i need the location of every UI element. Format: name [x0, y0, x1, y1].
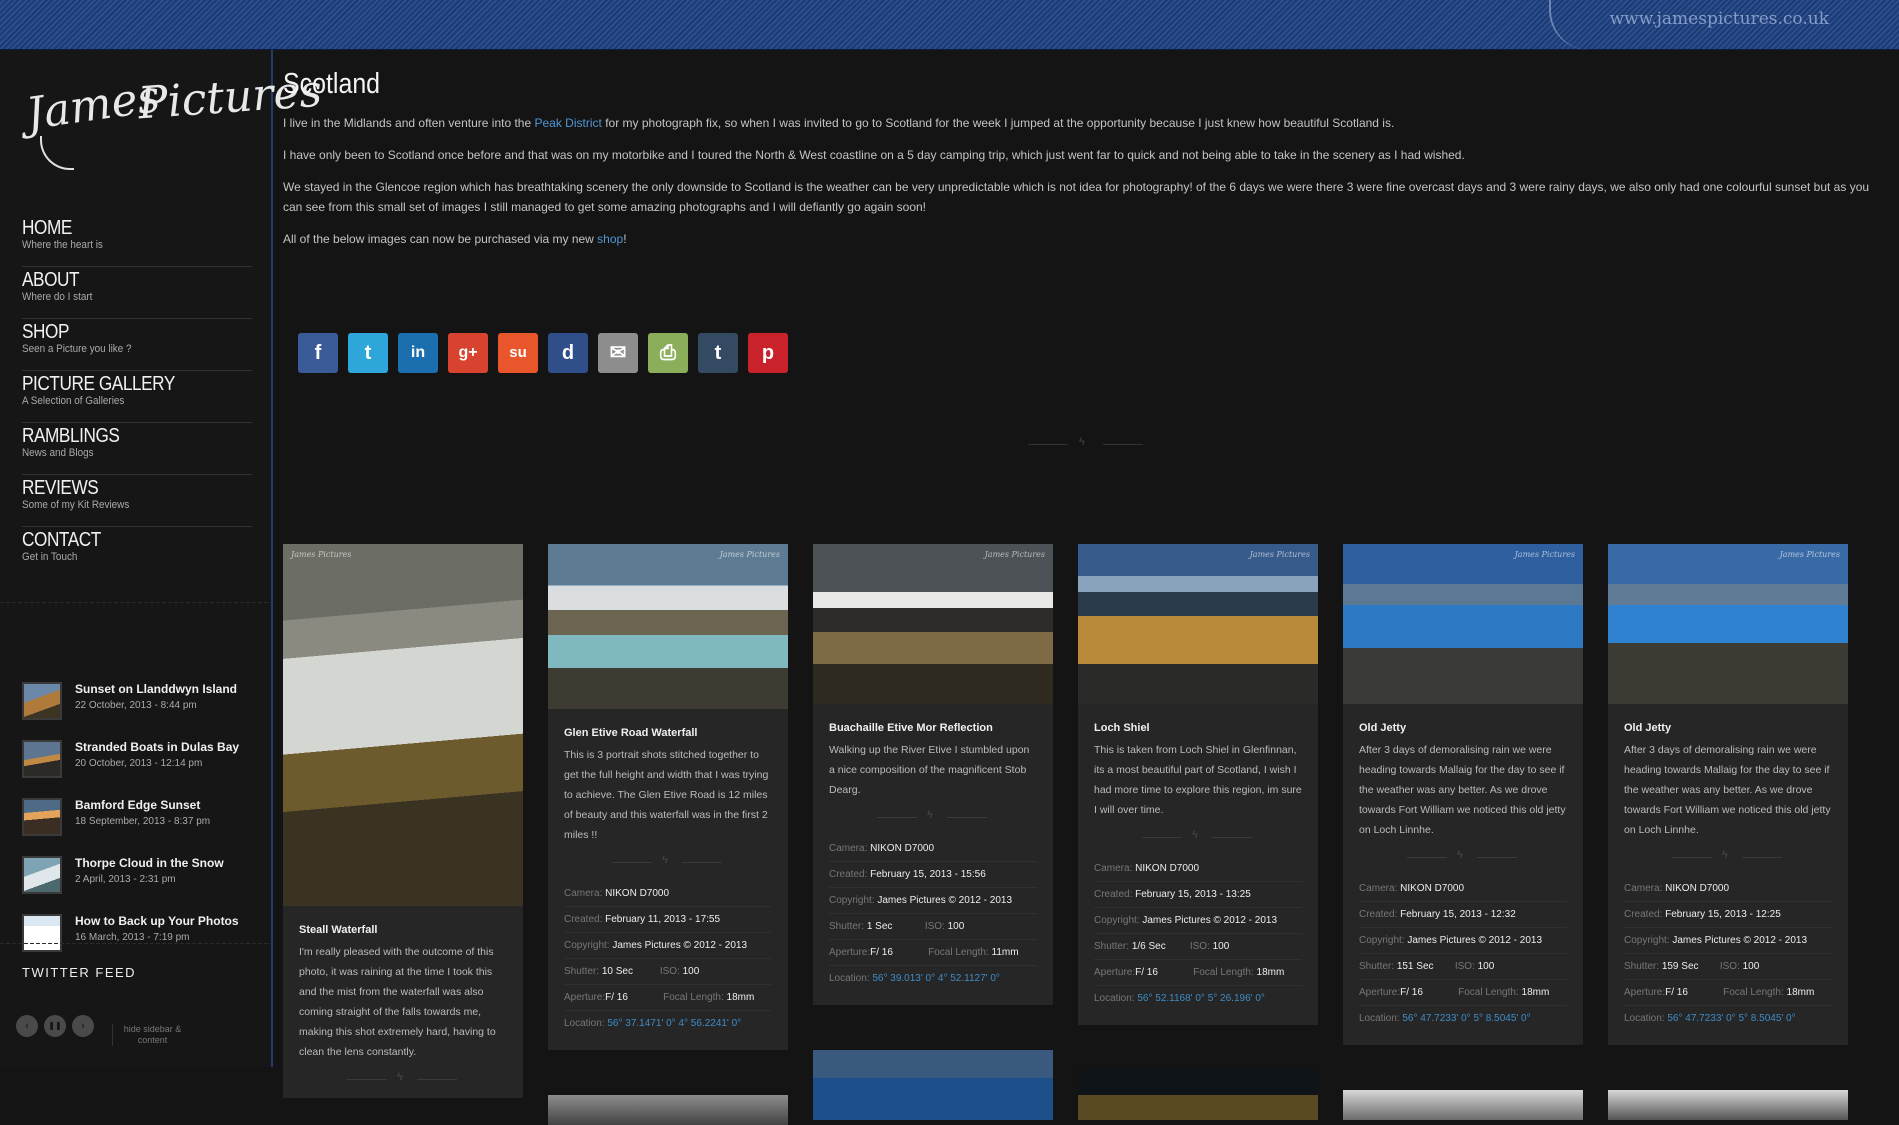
- recent-post-item[interactable]: Stranded Boats in Dulas Bay 20 October, 2…: [22, 736, 262, 794]
- slider-controls: ‹ ❚❚ › hide sidebar & content: [16, 1015, 266, 1055]
- section-divider: [1028, 444, 1068, 445]
- stumbleupon-icon: su: [509, 344, 527, 361]
- prev-button[interactable]: ‹: [16, 1015, 38, 1037]
- nav-item-picture-gallery[interactable]: PICTURE GALLERY A Selection of Galleries: [22, 371, 252, 423]
- recent-post-item[interactable]: How to Back up Your Photos 16 March, 2013…: [22, 910, 262, 968]
- recent-post-item[interactable]: Sunset on Llanddwyn Island 22 October, 20…: [22, 678, 262, 736]
- email-icon: ✉: [609, 342, 627, 364]
- bolt-icon: ϟ: [927, 809, 933, 821]
- gallery-card[interactable]: James Pictures Loch Shiel This is taken …: [1078, 544, 1318, 1025]
- divider: [0, 943, 271, 944]
- facebook-icon: f: [314, 342, 322, 364]
- gallery-card[interactable]: James Pictures Glen Etive Road Waterfall…: [548, 544, 788, 1050]
- sidebar: James Pictures HOME Where the heart is AB…: [0, 50, 324, 1067]
- gallery-card[interactable]: James Pictures Old Jetty After 3 days of…: [1608, 544, 1848, 1045]
- googleplus-icon: g+: [458, 344, 478, 361]
- photo-buachaille-etive-mor[interactable]: James Pictures: [813, 544, 1053, 704]
- stumbleupon-share-button[interactable]: su: [498, 333, 538, 373]
- delicious-share-button[interactable]: d: [548, 333, 588, 373]
- pinterest-share-button[interactable]: p: [748, 333, 788, 373]
- header-banner: www.jamespictures.co.uk: [0, 0, 1899, 50]
- nav-item-reviews[interactable]: REVIEWS Some of my Kit Reviews: [22, 475, 252, 527]
- gallery-card[interactable]: James Pictures Steall Waterfall I'm real…: [283, 544, 523, 1098]
- intro-paragraph-1: I live in the Midlands and often venture…: [283, 116, 1395, 130]
- location-link[interactable]: 56° 52.1168' 0° 5° 26.196' 0°: [1137, 993, 1265, 1004]
- post-thumbnail: [22, 798, 62, 836]
- photo-loch-shiel[interactable]: James Pictures: [1078, 544, 1318, 704]
- location-link[interactable]: 56° 37.1471' 0° 4° 56.2241' 0°: [607, 1018, 741, 1029]
- divider: [0, 602, 271, 603]
- logo-swirl: [1549, 0, 1609, 50]
- twitter-icon: t: [364, 342, 372, 364]
- post-thumbnail: [22, 740, 62, 778]
- recent-post-item[interactable]: Thorpe Cloud in the Snow 2 April, 2013 - …: [22, 852, 262, 910]
- page-title: Scotland: [283, 68, 381, 100]
- gallery-card[interactable]: James Pictures Old Jetty After 3 days of…: [1343, 544, 1583, 1045]
- site-logo[interactable]: James Pictures: [20, 66, 324, 180]
- email-share-button[interactable]: ✉: [598, 333, 638, 373]
- facebook-share-button[interactable]: f: [298, 333, 338, 373]
- photo-meta: Camera: NIKON D7000 Created: February 15…: [1359, 876, 1567, 1031]
- photo-meta: Camera: NIKON D7000 Created: February 15…: [1624, 876, 1832, 1031]
- photo-thumbnail-partial[interactable]: [1343, 1090, 1583, 1120]
- peak-district-link[interactable]: Peak District: [535, 116, 602, 130]
- header-url: www.jamespictures.co.uk: [1609, 9, 1829, 29]
- intro-paragraph-2: I have only been to Scotland once before…: [283, 148, 1465, 162]
- linkedin-share-button[interactable]: in: [398, 333, 438, 373]
- photo-meta: Camera: NIKON D7000 Created: February 15…: [829, 836, 1037, 991]
- nav-item-ramblings[interactable]: RAMBLINGS News and Blogs: [22, 423, 252, 475]
- location-link[interactable]: 56° 39.013' 0° 4° 52.1127' 0°: [872, 973, 1000, 984]
- post-thumbnail: [22, 682, 62, 720]
- photo-thumbnail-partial[interactable]: [1078, 1070, 1318, 1120]
- tumblr-icon: t: [714, 342, 722, 364]
- photo-thumbnail-partial[interactable]: [1608, 1090, 1848, 1120]
- photo-steall-waterfall[interactable]: James Pictures: [283, 544, 523, 906]
- gallery-card[interactable]: James Pictures Buachaille Etive Mor Refl…: [813, 544, 1053, 1005]
- tumblr-share-button[interactable]: t: [698, 333, 738, 373]
- location-link[interactable]: 56° 47.7233' 0° 5° 8.5045' 0°: [1667, 1013, 1795, 1024]
- recent-posts: Sunset on Llanddwyn Island 22 October, 20…: [22, 678, 262, 968]
- bolt-icon: ϟ: [1457, 849, 1463, 861]
- pinterest-icon: p: [761, 342, 775, 364]
- intro-paragraph-3: We stayed in the Glencoe region which ha…: [283, 180, 1870, 214]
- photo-glen-etive-road-waterfall[interactable]: James Pictures: [548, 544, 788, 709]
- post-thumbnail: [22, 856, 62, 894]
- twitter-feed-title: TWITTER FEED: [22, 965, 137, 980]
- bolt-icon: ϟ: [1079, 436, 1085, 448]
- googleplus-share-button[interactable]: g+: [448, 333, 488, 373]
- next-button[interactable]: ›: [72, 1015, 94, 1037]
- delicious-icon: d: [561, 342, 575, 364]
- section-divider: [1103, 444, 1143, 445]
- nav-item-home[interactable]: HOME Where the heart is: [22, 215, 252, 267]
- photo-meta: Camera: NIKON D7000 Created: February 11…: [564, 881, 772, 1036]
- linkedin-icon: in: [410, 344, 426, 361]
- pause-button[interactable]: ❚❚: [44, 1015, 66, 1037]
- nav-item-contact[interactable]: CONTACT Get in Touch: [22, 527, 252, 579]
- main-nav: HOME Where the heart is ABOUT Where do I s…: [22, 215, 252, 579]
- bolt-icon: ϟ: [662, 854, 668, 866]
- print-button[interactable]: ⎙: [648, 333, 688, 373]
- photo-thumbnail-partial[interactable]: [813, 1050, 1053, 1120]
- photo-meta: Camera: NIKON D7000 Created: February 15…: [1094, 856, 1302, 1011]
- hide-sidebar-button[interactable]: hide sidebar & content: [112, 1024, 192, 1046]
- bolt-icon: ϟ: [1722, 849, 1728, 861]
- photo-old-jetty[interactable]: James Pictures: [1608, 544, 1848, 704]
- nav-item-shop[interactable]: SHOP Seen a Picture you like ?: [22, 319, 252, 371]
- print-icon: ⎙: [660, 342, 676, 364]
- bolt-icon: ϟ: [397, 1071, 403, 1083]
- post-thumbnail: [22, 914, 62, 952]
- twitter-share-button[interactable]: t: [348, 333, 388, 373]
- intro-paragraph-4: All of the below images can now be purch…: [283, 232, 627, 246]
- photo-thumbnail-partial[interactable]: [548, 1095, 788, 1125]
- recent-post-item[interactable]: Bamford Edge Sunset 18 September, 2013 - …: [22, 794, 262, 852]
- nav-item-about[interactable]: ABOUT Where do I start: [22, 267, 252, 319]
- bolt-icon: ϟ: [1192, 829, 1198, 841]
- shop-link[interactable]: shop: [597, 232, 623, 246]
- photo-old-jetty[interactable]: James Pictures: [1343, 544, 1583, 704]
- location-link[interactable]: 56° 47.7233' 0° 5° 8.5045' 0°: [1402, 1013, 1530, 1024]
